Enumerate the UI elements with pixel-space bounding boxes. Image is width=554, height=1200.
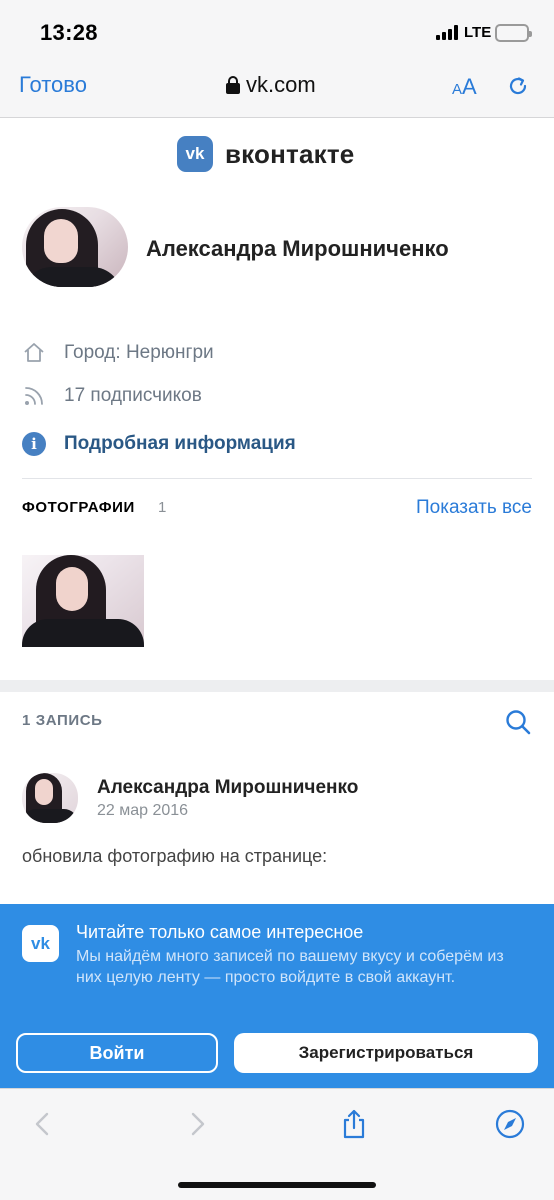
forward-icon[interactable] <box>182 1108 212 1140</box>
info-icon: i <box>22 432 46 456</box>
vk-header[interactable]: vk вконтакте <box>177 135 354 173</box>
promo-description: Мы найдём много записей по вашему вкусу … <box>76 948 504 986</box>
status-time: 13:28 <box>40 20 98 45</box>
photo-thumbnail[interactable] <box>22 555 144 647</box>
followers-row[interactable]: 17 подписчиков <box>22 384 202 408</box>
profile-avatar[interactable] <box>22 207 128 287</box>
url-field[interactable]: vk.com <box>226 72 316 98</box>
register-button[interactable]: Зарегистрироваться <box>234 1033 538 1073</box>
photos-count: 1 <box>158 499 167 516</box>
followers-text: 17 подписчиков <box>64 385 202 406</box>
rss-icon <box>25 387 43 405</box>
browser-address-bar: Готово vk.com AA <box>0 62 554 118</box>
lock-icon <box>226 76 240 94</box>
more-info-text: Подробная информация <box>64 433 296 454</box>
more-info-link[interactable]: i Подробная информация <box>22 432 296 456</box>
post-date[interactable]: 22 мар 2016 <box>97 802 188 820</box>
posts-title: 1 ЗАПИСЬ <box>22 712 103 729</box>
login-button[interactable]: Войти <box>16 1033 218 1073</box>
vk-wordmark: вконтакте <box>225 138 355 169</box>
share-icon[interactable] <box>339 1108 369 1140</box>
city-row: Город: Нерюнгри <box>22 341 214 365</box>
battery-icon <box>495 24 532 42</box>
city-text: Город: Нерюнгри <box>64 342 214 363</box>
vk-logo-icon: vk <box>177 136 213 172</box>
search-icon[interactable] <box>504 708 532 736</box>
photos-title: ФОТОГРАФИИ <box>22 499 135 516</box>
vk-promo-logo-icon: vk <box>22 925 59 962</box>
back-icon[interactable] <box>28 1108 58 1140</box>
home-indicator <box>178 1182 376 1188</box>
post-author-name[interactable]: Александра Мирошниченко <box>97 777 358 799</box>
url-text: vk.com <box>246 72 316 97</box>
status-bar: 13:28 LTE <box>0 0 554 62</box>
post-author-avatar[interactable] <box>22 773 78 823</box>
post-text: обновила фотографию на странице: <box>22 846 328 866</box>
show-all-link[interactable]: Показать все <box>416 497 532 519</box>
done-button[interactable]: Готово <box>19 72 87 98</box>
profile-name: Александра Мирошниченко <box>146 236 449 261</box>
text-size-button[interactable]: AA <box>452 74 477 100</box>
promo-title: Читайте только самое интересное <box>76 922 364 942</box>
home-icon <box>24 343 44 362</box>
reload-icon[interactable] <box>506 74 530 98</box>
cellular-signal-icon <box>436 25 460 40</box>
network-type: LTE <box>464 24 492 41</box>
section-separator <box>0 680 554 692</box>
compass-icon[interactable] <box>495 1108 525 1140</box>
divider <box>22 478 532 479</box>
